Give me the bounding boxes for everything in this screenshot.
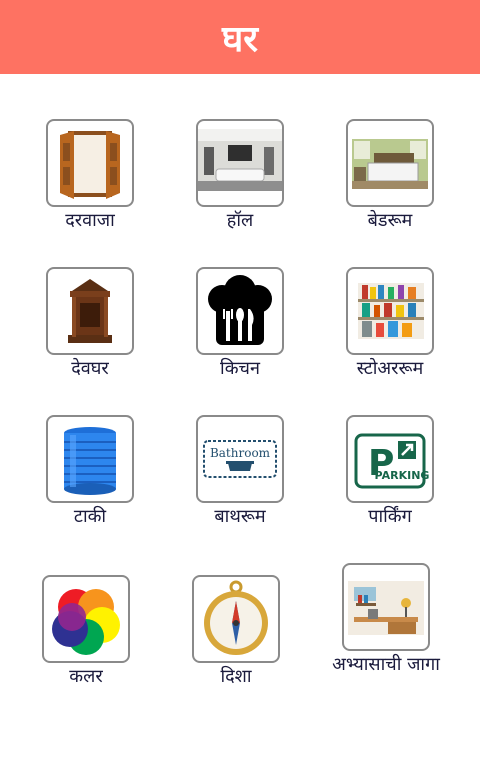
tile-direction[interactable]: दिशा	[171, 575, 301, 688]
tile-color[interactable]: कलर	[21, 575, 151, 688]
tile-label: कलर	[69, 666, 103, 687]
tile-label: स्टोअररूम	[356, 358, 424, 379]
bathroom-sign-icon: Bathroom	[203, 440, 277, 478]
tile-door[interactable]: दरवाजा	[25, 119, 155, 232]
tile-bedroom[interactable]: बेडरूम	[325, 119, 455, 232]
chef-hat-cutlery-icon	[208, 275, 272, 345]
compass-icon	[204, 580, 268, 655]
shrine-icon	[68, 279, 112, 343]
tile-storeroom[interactable]: स्टोअररूम	[325, 267, 455, 380]
tile-bathroom[interactable]: Bathroom बाथरूम	[175, 415, 305, 528]
tile-label: देवघर	[71, 358, 109, 379]
tile-kitchen[interactable]: किचन	[175, 267, 305, 380]
tile-label: बाथरूम	[214, 506, 266, 527]
parking-sign-text: PARKING	[375, 469, 430, 482]
tile-hall[interactable]: हॉल	[175, 119, 305, 232]
tile-parking[interactable]: P PARKING पार्किंग	[325, 415, 455, 528]
tile-label: दिशा	[220, 666, 252, 687]
water-tank-icon	[64, 427, 116, 495]
color-circles-icon	[52, 589, 120, 655]
tile-label: हॉल	[226, 210, 254, 231]
tile-label: टाकी	[73, 506, 107, 527]
parking-sign-icon: P PARKING	[354, 433, 430, 489]
tile-label: दरवाजा	[65, 210, 115, 231]
tile-shrine[interactable]: देवघर	[25, 267, 155, 380]
tile-label: किचन	[220, 358, 260, 379]
page-title: घर	[222, 18, 258, 60]
bathroom-sign-text: Bathroom	[210, 446, 271, 460]
door-icon	[60, 131, 120, 199]
living-room-icon	[198, 129, 282, 191]
app-header: घर	[0, 0, 480, 74]
study-desk-icon	[348, 581, 424, 635]
storeroom-shelves-icon	[358, 283, 424, 339]
tile-water-tank[interactable]: टाकी	[25, 415, 155, 528]
bedroom-icon	[352, 139, 428, 189]
tile-study-area[interactable]: अभ्यासाची जागा	[321, 563, 451, 676]
tile-label: बेडरूम	[367, 210, 413, 231]
tile-label: पार्किंग	[368, 506, 412, 527]
tile-label: अभ्यासाची जागा	[332, 654, 440, 675]
